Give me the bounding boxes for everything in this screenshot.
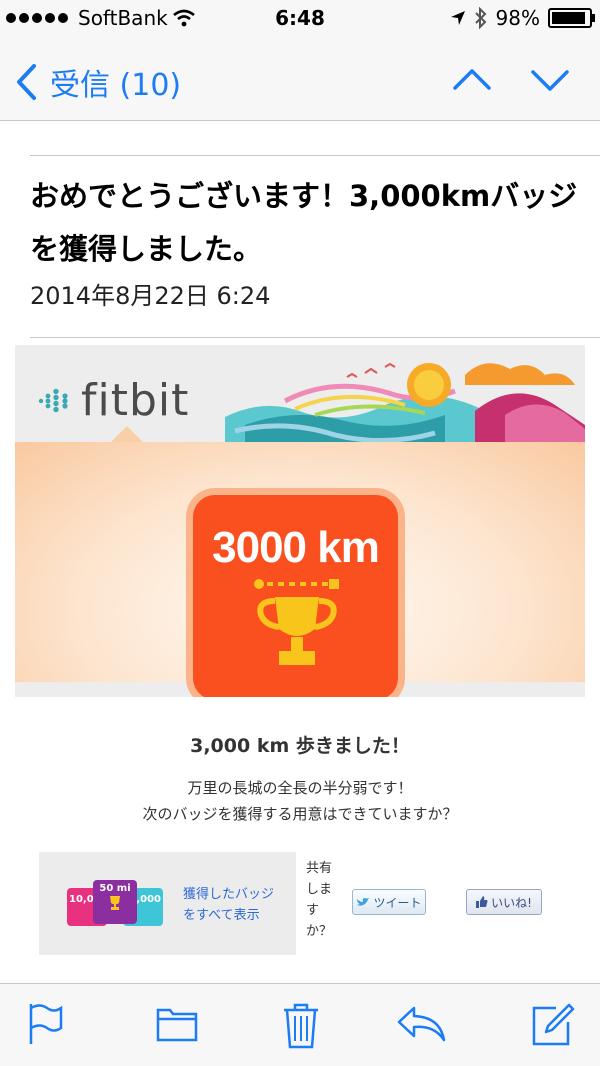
email-date: 2014年8月22日 6:24 [30, 282, 271, 310]
badge-3000km: 3000 km [193, 495, 398, 700]
badge-description: 万里の長城の全長の半分弱です！ 次のバッジを獲得する用意はできていますか？ [15, 775, 585, 827]
trophy-icon [110, 896, 120, 910]
divider [30, 155, 600, 156]
fitbit-dots-icon [38, 388, 68, 412]
twitter-bird-icon [357, 897, 370, 906]
back-label: 受信 (10) [50, 68, 182, 103]
tweet-button[interactable]: ツイート [352, 889, 426, 915]
share-question: 共有しますか？ [306, 861, 333, 939]
bluetooth-icon [474, 7, 486, 29]
description-line: 次のバッジを獲得する用意はできていますか？ [142, 805, 458, 823]
divider [30, 337, 600, 338]
description-line: 万里の長城の全長の半分弱です！ [187, 779, 413, 797]
nav-bar: 受信 (10) [0, 40, 600, 121]
badge-thumb: 50 mi [93, 880, 137, 924]
badge-thumbnails: 10,00 ,000 50 mi [67, 880, 167, 926]
badge-info-card: 3,000 km 歩きました！ 万里の長城の全長の半分弱です！ 次のバッジを獲得… [15, 697, 585, 985]
badge-headline: 3,000 km 歩きました！ [190, 735, 410, 757]
thumbs-up-icon [476, 896, 488, 908]
status-bar: SoftBank 6:48 98% [0, 0, 600, 40]
view-all-badges-link[interactable]: 獲得したバッジ をすべて表示 [183, 884, 274, 926]
battery-icon [548, 8, 595, 28]
share-options: 共有しますか？ ツイート いいね! [296, 852, 561, 955]
fitbit-wordmark: fitbit [81, 375, 190, 426]
previous-message-button[interactable] [452, 62, 492, 98]
trash-icon[interactable] [282, 1002, 320, 1050]
trophy-icon [254, 579, 339, 665]
decorative-landscape-art [225, 362, 585, 447]
battery-percent: 98% [495, 6, 540, 30]
back-button[interactable]: 受信 (10) [14, 60, 181, 104]
email-subject: おめでとうございます！3,000kmバッジを獲得しました。 [30, 179, 578, 266]
badge-label: 3000 km [212, 523, 380, 572]
bottom-toolbar [0, 983, 600, 1066]
compose-icon[interactable] [530, 1002, 576, 1048]
folder-icon[interactable] [156, 1002, 198, 1046]
email-body: fitbit 3000 km 3,000 km 歩きました！ 万里の長城の全長の… [15, 345, 585, 985]
like-button[interactable]: いいね! [466, 889, 542, 915]
location-arrow-icon [450, 11, 465, 25]
flag-icon[interactable] [28, 1002, 64, 1046]
fitbit-logo: fitbit [37, 375, 189, 426]
reply-icon[interactable] [396, 1002, 448, 1046]
share-panel: 10,00 ,000 50 mi 獲得したバッジ をすべて表示 共有しますか？ … [39, 852, 561, 955]
chevron-left-icon [17, 64, 36, 100]
next-message-button[interactable] [530, 62, 570, 98]
